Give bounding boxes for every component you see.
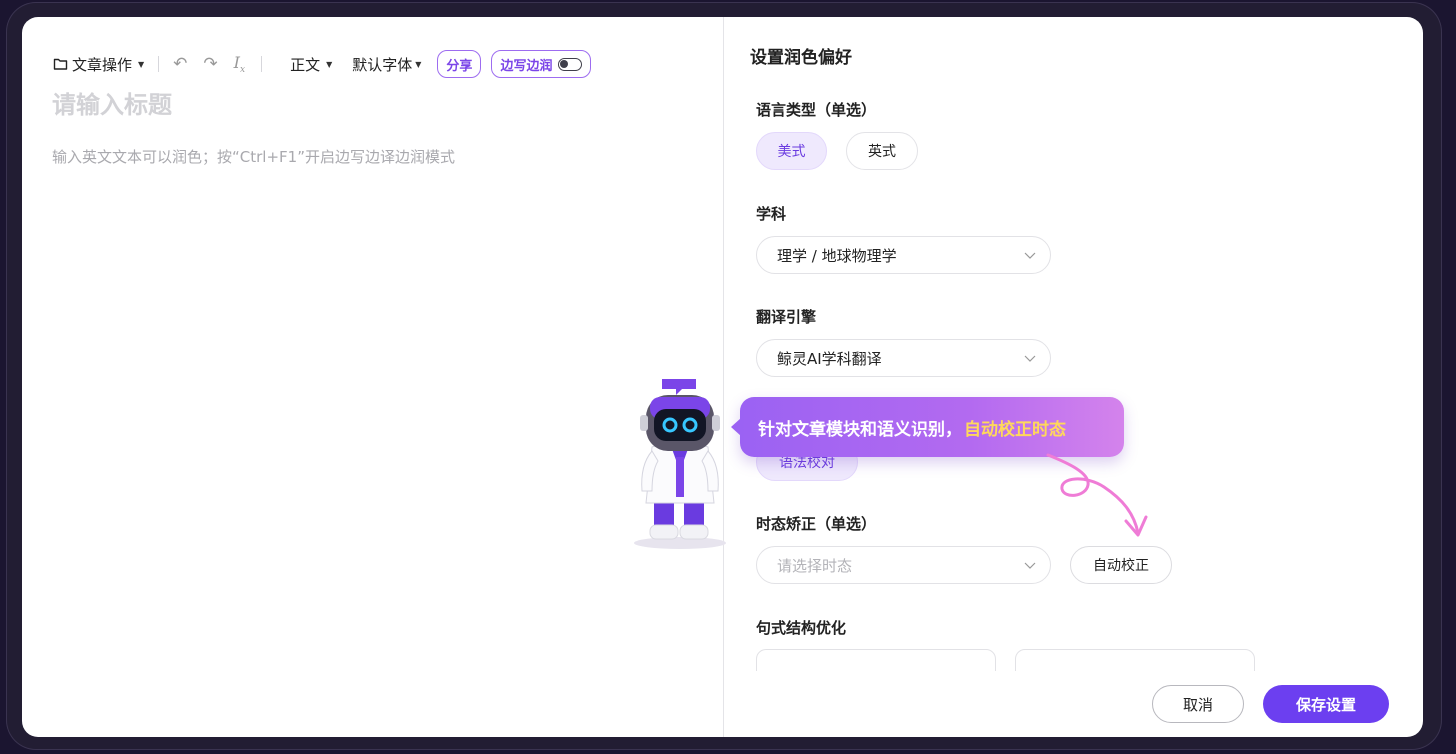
body-placeholder[interactable]: 输入英文文本可以润色；按“Ctrl+F1”开启边写边译边润模式 [52,146,455,167]
subject-value: 理学 / 地球物理学 [777,246,897,265]
clear-format-icon[interactable]: Ix [234,53,245,75]
undo-icon[interactable]: ↶ [173,54,187,74]
toolbar-divider [261,56,263,72]
language-option-us[interactable]: 美式 [756,132,827,170]
folder-icon [52,56,68,72]
panel-title: 设置润色偏好 [750,48,852,68]
doc-ops-menu[interactable]: 文章操作 ▼ [52,54,144,75]
save-label: 保存设置 [1295,695,1356,714]
structure-option-box[interactable] [1015,649,1255,671]
font-menu[interactable]: 默认字体 ▼ [352,54,421,75]
paragraph-style-label: 正文 [290,55,321,74]
settings-panel: 设置润色偏好 语言类型（单选） 美式 英式 学科 理学 / 地球物理学 翻译引擎… [724,17,1423,737]
font-label: 默认字体 [352,55,413,74]
subject-label: 学科 [756,205,787,223]
auto-correct-label: 自动校正 [1093,558,1149,574]
engine-value: 鲸灵AI学科翻译 [777,349,882,368]
language-label: 语言类型（单选） [756,101,877,119]
toolbar-divider [158,56,160,72]
cancel-button[interactable]: 取消 [1152,685,1244,723]
robot-mascot-icon [634,379,726,549]
paragraph-style-menu[interactable]: 正文 ▼ [290,54,332,75]
tooltip-highlight: 自动校正时态 [964,419,1066,440]
language-option-label: 英式 [868,144,896,160]
share-label: 分享 [446,58,473,74]
editor-pane: 文章操作 ▼ ↶ ↷ Ix 正文 ▼ 默认字体 ▼ 分享 边写边润 请输入标题 … [22,17,724,737]
settings-scroll-area[interactable]: 设置润色偏好 语言类型（单选） 美式 英式 学科 理学 / 地球物理学 翻译引擎… [724,17,1423,671]
side-polish-label: 边写边润 [500,58,553,74]
share-button[interactable]: 分享 [437,50,482,78]
editor-toolbar: 文章操作 ▼ ↶ ↷ Ix 正文 ▼ 默认字体 ▼ 分享 边写边润 [52,49,592,79]
caret-down-icon: ▼ [326,59,333,69]
caret-down-icon: ▼ [138,59,145,69]
chevron-down-icon [1024,252,1036,259]
curly-arrow-icon [1046,453,1148,537]
tense-feature-tooltip: 针对文章模块和语义识别， 自动校正时态 [731,397,1124,457]
tense-label: 时态矫正（单选） [756,515,877,533]
tense-select[interactable]: 请选择时态 [756,546,1051,584]
chevron-down-icon [1024,355,1036,362]
structure-label: 句式结构优化 [756,619,847,637]
engine-label: 翻译引擎 [756,308,817,326]
language-option-uk[interactable]: 英式 [846,132,918,170]
caret-down-icon: ▼ [415,59,422,69]
toggle-switch-icon [558,57,583,71]
subject-select[interactable]: 理学 / 地球物理学 [756,236,1051,274]
side-polish-toggle[interactable]: 边写边润 [491,50,592,78]
cancel-label: 取消 [1182,695,1213,714]
tooltip-text: 针对文章模块和语义识别， [758,419,962,440]
tense-placeholder: 请选择时态 [777,556,853,575]
language-option-label: 美式 [777,144,806,160]
auto-correct-button[interactable]: 自动校正 [1070,546,1172,584]
doc-ops-label: 文章操作 [72,55,133,74]
redo-icon[interactable]: ↷ [203,54,217,74]
chevron-down-icon [1024,562,1036,569]
engine-select[interactable]: 鲸灵AI学科翻译 [756,339,1051,377]
structure-option-box[interactable] [756,649,996,671]
app-window: 文章操作 ▼ ↶ ↷ Ix 正文 ▼ 默认字体 ▼ 分享 边写边润 请输入标题 … [22,17,1423,737]
save-settings-button[interactable]: 保存设置 [1263,685,1389,723]
title-input[interactable] [52,91,692,119]
